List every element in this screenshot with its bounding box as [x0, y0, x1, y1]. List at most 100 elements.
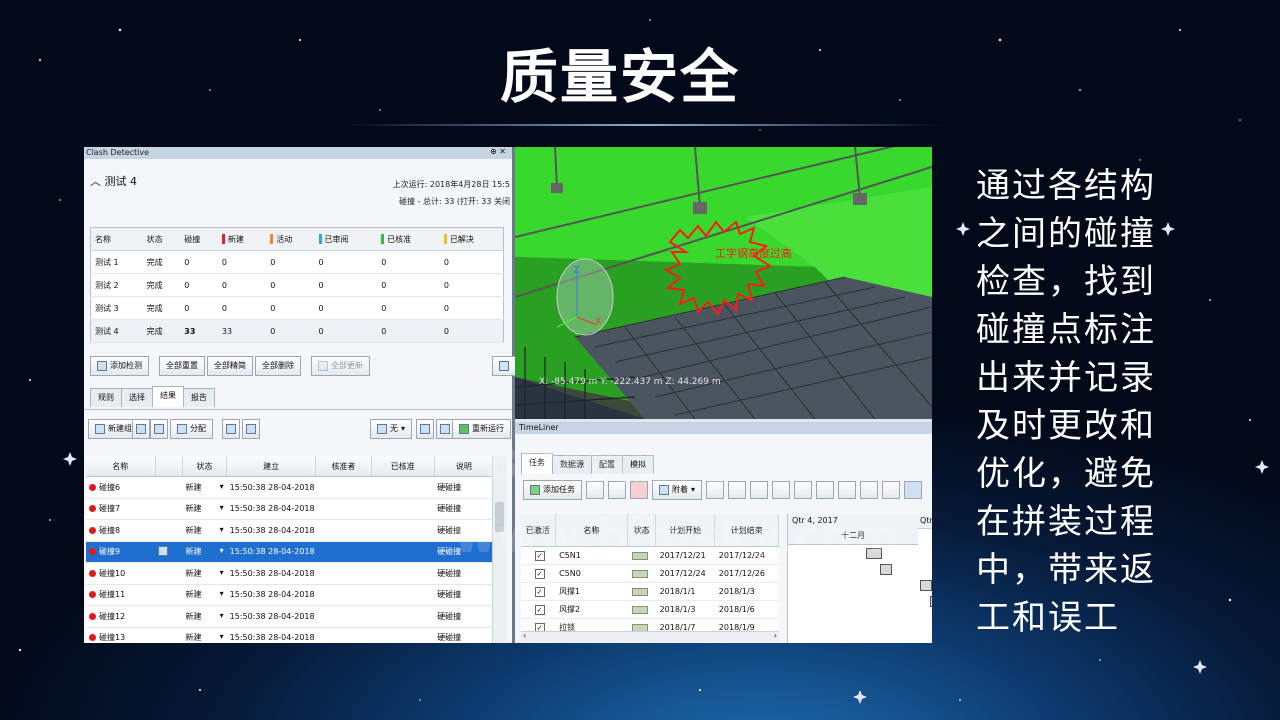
tab-report[interactable]: 报告: [183, 388, 215, 407]
test-col-header[interactable]: 已审阅: [314, 227, 378, 251]
gantt-bar[interactable]: [930, 596, 932, 607]
description-cell: 硬碰撞: [434, 562, 494, 585]
results-col-header[interactable]: 核准者: [315, 456, 372, 477]
columns-button[interactable]: [882, 481, 901, 499]
status-cell[interactable]: 新建 ▾: [182, 627, 227, 643]
filter-dropdown[interactable]: 无 ▾: [370, 419, 413, 439]
status-cell[interactable]: 新建 ▾: [182, 562, 227, 585]
status-dropdown-chevron-icon[interactable]: ▾: [220, 632, 224, 641]
test-col-header[interactable]: 已解决: [439, 227, 504, 251]
test-col-header[interactable]: 新建: [217, 227, 267, 251]
find-button[interactable]: [750, 481, 769, 499]
results-col-header[interactable]: 建立: [226, 456, 317, 477]
task-row[interactable]: ✓ 风撑2 2018/1/3 2018/1/6: [521, 600, 779, 619]
clash-result-row[interactable]: 碰撞10 新建 ▾ 15:50:38 28-04-2018 硬碰撞: [86, 562, 494, 585]
export-icon: [499, 361, 509, 371]
task-row[interactable]: ✓ C5N0 2017/12/24 2017/12/26: [521, 564, 779, 583]
status-cell[interactable]: 新建 ▾: [182, 584, 227, 606]
filter-button[interactable]: [860, 481, 879, 499]
status-cell[interactable]: 新建 ▾: [182, 605, 227, 628]
test-cell: 完成: [142, 319, 181, 343]
results-col-header[interactable]: [155, 456, 183, 477]
status-dropdown-chevron-icon[interactable]: ▾: [220, 611, 224, 620]
test-cell: 0: [266, 296, 315, 320]
current-test-header[interactable]: ︿ 测试 4: [90, 173, 137, 189]
test-row[interactable]: 测试 1 完成 0 0 0 0 0 0: [90, 250, 504, 274]
watermark-url: www.bimsky.com: [454, 509, 901, 563]
test-col-header[interactable]: 名称: [90, 227, 143, 251]
clash-result-row[interactable]: 碰撞11 新建 ▾ 15:50:38 28-04-2018 硬碰撞: [86, 584, 494, 606]
3d-model-viewport[interactable]: 工字钢高度过高 Z X X: -85.479 m Y: -222.437 m Z…: [515, 147, 932, 419]
tab-results[interactable]: 结果: [152, 386, 184, 407]
status-cell[interactable]: 新建 ▾: [182, 476, 227, 499]
assign-button[interactable]: 分配: [170, 419, 213, 439]
new-status-dot-icon: [89, 612, 96, 620]
gantt-view-button[interactable]: [904, 481, 923, 499]
dropdown-chevron-icon: ▾: [401, 424, 406, 433]
active-checkbox[interactable]: ✓: [534, 586, 545, 597]
delete-all-button[interactable]: 全部删除: [255, 356, 301, 376]
tab-select[interactable]: 选择: [121, 388, 153, 407]
gantt-bar[interactable]: [880, 564, 892, 575]
status-dropdown-chevron-icon[interactable]: ▾: [220, 568, 224, 577]
update-all-button[interactable]: 全部更新: [311, 356, 370, 376]
unassign-button[interactable]: [222, 419, 240, 439]
results-col-header[interactable]: 名称: [86, 456, 156, 477]
status-cell[interactable]: 新建 ▾: [182, 541, 227, 563]
test-col-header[interactable]: 状态: [142, 227, 181, 251]
status-dropdown-chevron-icon[interactable]: ▾: [220, 589, 224, 598]
group-icon-button[interactable]: [132, 419, 150, 439]
collapse-chevron-icon[interactable]: ︿: [90, 175, 101, 188]
export-button[interactable]: [492, 356, 516, 376]
clash-result-row[interactable]: 碰撞12 新建 ▾ 15:50:38 28-04-2018 硬碰撞: [86, 605, 494, 628]
tab-rules[interactable]: 规则: [90, 388, 122, 407]
level-down-button[interactable]: [794, 481, 813, 499]
test-row[interactable]: 测试 4 完成 33 33 0 0 0 0: [90, 319, 504, 343]
new-status-dot-icon: [89, 569, 96, 577]
compact-all-button[interactable]: 全部精简: [207, 356, 253, 376]
clash-panel-title: Clash Detective: [84, 147, 512, 159]
created-cell: 15:50:38 28-04-2018: [226, 605, 316, 628]
status-cell[interactable]: 新建 ▾: [182, 498, 227, 520]
refresh-icon-button[interactable]: [416, 419, 434, 439]
expand-button[interactable]: [838, 481, 857, 499]
approved-cell: [371, 541, 435, 563]
test-col-header[interactable]: 碰撞: [180, 227, 218, 251]
axis-z-label: Z: [573, 265, 580, 276]
status-dropdown-chevron-icon[interactable]: ▾: [220, 525, 224, 534]
clear-attach-button[interactable]: [728, 481, 747, 499]
task-grid-hscrollbar[interactable]: ‹ ›: [521, 631, 779, 642]
clash-result-row[interactable]: 碰撞6 新建 ▾ 15:50:38 28-04-2018 硬碰撞: [86, 476, 494, 499]
collapse-button[interactable]: [816, 481, 835, 499]
scroll-right-icon[interactable]: ›: [774, 631, 777, 640]
results-col-header[interactable]: 状态: [182, 456, 228, 477]
active-checkbox[interactable]: ✓: [534, 568, 545, 579]
scroll-left-icon[interactable]: ‹: [523, 631, 526, 640]
status-dropdown-chevron-icon[interactable]: ▾: [220, 482, 224, 491]
results-col-header[interactable]: 已核准: [371, 456, 435, 477]
comment-button[interactable]: [242, 419, 260, 439]
test-cell: 测试 1: [90, 250, 143, 274]
level-up-button[interactable]: [772, 481, 791, 499]
test-cell: 0: [377, 319, 440, 343]
test-row[interactable]: 测试 3 完成 0 0 0 0 0 0: [90, 296, 504, 320]
clash-result-row[interactable]: 碰撞9 新建 ▾ 15:50:38 28-04-2018 硬碰撞: [86, 541, 494, 563]
test-col-header[interactable]: 活动: [266, 227, 315, 251]
status-dropdown-chevron-icon[interactable]: ▾: [220, 546, 224, 555]
clash-result-row[interactable]: 碰撞7 新建 ▾ 15:50:38 28-04-2018 硬碰撞: [86, 498, 494, 520]
status-cell[interactable]: 新建 ▾: [182, 519, 227, 542]
active-checkbox[interactable]: ✓: [534, 604, 545, 615]
clash-result-row[interactable]: 碰撞8 新建 ▾ 15:50:38 28-04-2018 硬碰撞: [86, 519, 494, 542]
new-status-dot-icon: [89, 634, 96, 642]
ungroup-icon-button[interactable]: [150, 419, 168, 439]
clash-result-row[interactable]: 碰撞13 新建 ▾ 15:50:38 28-04-2018 硬碰撞: [86, 627, 494, 643]
refresh-icon: [420, 424, 430, 434]
reset-all-button[interactable]: 全部重置: [159, 356, 205, 376]
test-row[interactable]: 测试 2 完成 0 0 0 0 0 0: [90, 273, 504, 297]
test-col-header[interactable]: 已核准: [377, 227, 440, 251]
status-dropdown-chevron-icon[interactable]: ▾: [220, 503, 224, 512]
add-test-button[interactable]: 添加检测: [90, 356, 149, 376]
task-row[interactable]: ✓ 风撑1 2018/1/1 2018/1/3: [521, 582, 779, 601]
pin-icon[interactable]: ⊕ ✕: [490, 147, 506, 156]
gantt-bar[interactable]: [920, 580, 932, 591]
